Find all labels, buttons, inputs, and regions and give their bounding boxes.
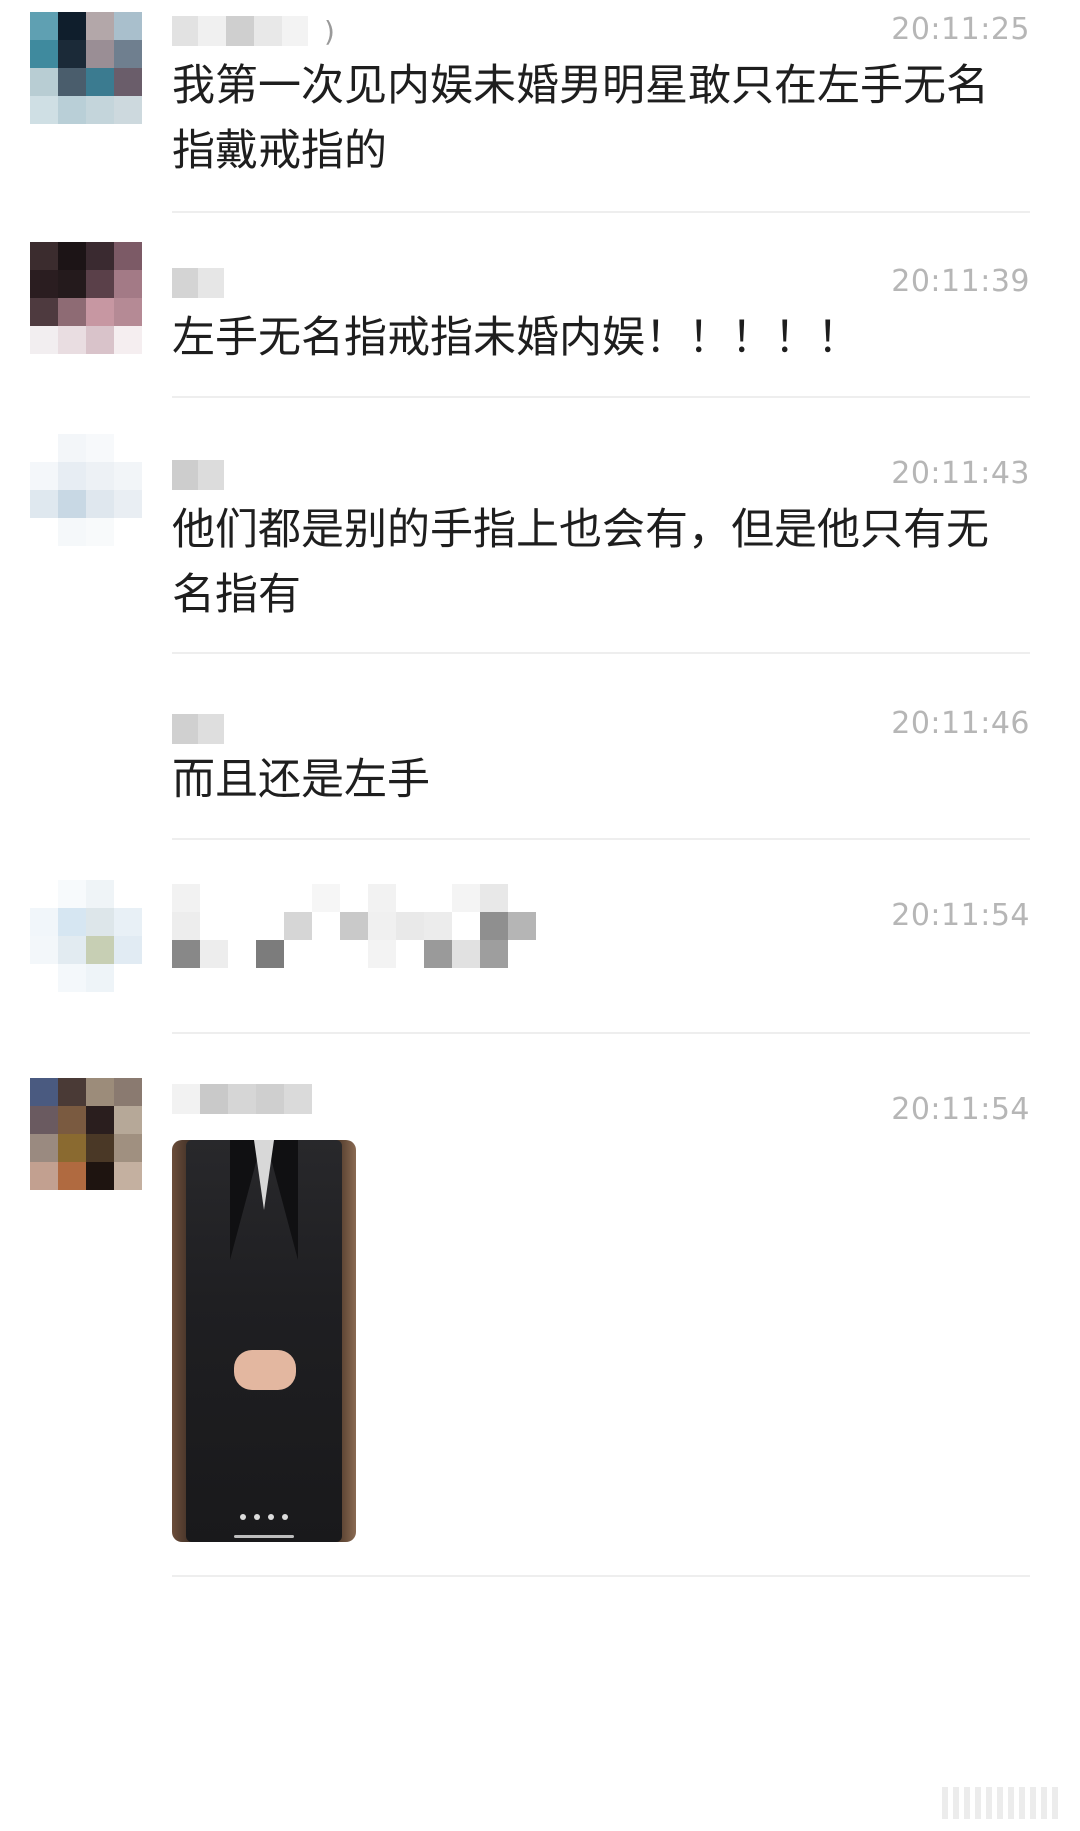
watermark xyxy=(942,1787,1062,1819)
sender-name-blurred xyxy=(172,884,552,994)
message-time: 20:11:39 xyxy=(891,264,1030,299)
sender-name-blurred xyxy=(172,460,224,490)
divider xyxy=(172,396,1030,398)
message-time: 20:11:25 xyxy=(891,12,1030,47)
divider xyxy=(172,211,1030,213)
avatar[interactable] xyxy=(30,1078,142,1190)
divider xyxy=(172,1032,1030,1034)
sender-name-blurred: ) xyxy=(172,14,335,48)
sender-name-blurred xyxy=(172,268,224,298)
photo-bar xyxy=(234,1535,294,1538)
divider xyxy=(172,652,1030,654)
divider xyxy=(172,1575,1030,1577)
sender-name-blurred xyxy=(172,1084,312,1114)
divider xyxy=(172,838,1030,840)
avatar[interactable] xyxy=(30,12,142,124)
message-time: 20:11:54 xyxy=(891,1092,1030,1127)
message-text: 他们都是别的手指上也会有，但是他只有无名指有 xyxy=(172,505,989,620)
photo-of-man-in-black-suit[interactable] xyxy=(172,1140,356,1542)
sender-name-tail: ) xyxy=(324,14,335,48)
message-text: 而且还是左手 xyxy=(172,755,430,805)
avatar[interactable] xyxy=(30,434,142,546)
message-text: 左手无名指戒指未婚内娱！！！！！ xyxy=(172,313,860,363)
message-time: 20:11:54 xyxy=(891,898,1030,933)
clasped-hands xyxy=(234,1350,296,1390)
message-time: 20:11:46 xyxy=(891,706,1030,741)
message-time: 20:11:43 xyxy=(891,456,1030,491)
avatar[interactable] xyxy=(30,880,142,992)
photo-dots xyxy=(172,1505,356,1524)
message-text: 我第一次见内娱未婚男明星敢只在左手无名指戴戒指的 xyxy=(172,61,989,176)
avatar[interactable] xyxy=(30,242,142,354)
sender-name-blurred xyxy=(172,714,224,744)
